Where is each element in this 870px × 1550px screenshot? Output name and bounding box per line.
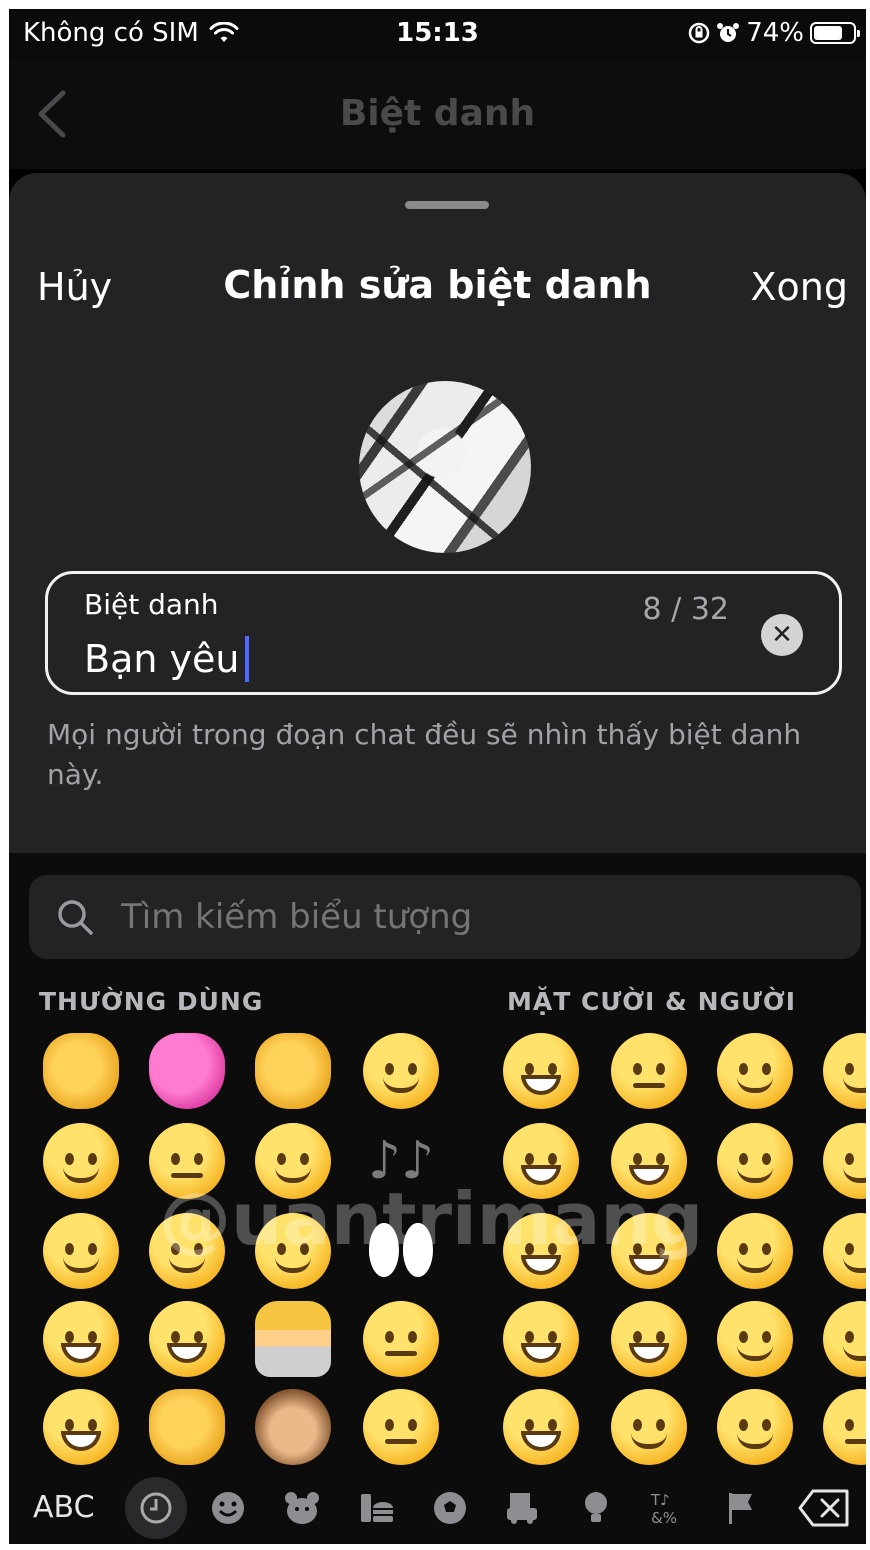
abc-key[interactable]: ABC: [33, 1471, 95, 1544]
activity-category-icon[interactable]: [427, 1471, 473, 1544]
battery-percent: 74%: [746, 18, 804, 48]
clear-icon[interactable]: ✕: [761, 614, 803, 656]
victory-hand-emoji[interactable]: [255, 1033, 331, 1109]
svg-text:&%: &%: [651, 1509, 677, 1527]
wink-emoji-partial[interactable]: [823, 1033, 866, 1109]
recent-category-icon[interactable]: [125, 1477, 187, 1539]
delete-key-icon[interactable]: [796, 1471, 852, 1544]
done-button[interactable]: Xong: [751, 265, 849, 309]
status-bar: Không có SIM 15:13 74%: [9, 9, 866, 61]
avatar: [359, 381, 531, 553]
section-frequent-label: THƯỜNG DÙNG: [39, 987, 264, 1016]
tear-smile-emoji[interactable]: [611, 1389, 687, 1465]
nickname-input[interactable]: Bạn yêu: [84, 636, 250, 682]
edit-nickname-sheet: Hủy Chỉnh sửa biệt danh Xong Biệt danh 8…: [9, 173, 866, 853]
character-counter: 8 / 32: [642, 592, 729, 627]
two-hearts-emoji[interactable]: [149, 1033, 225, 1109]
sheet-grabber[interactable]: [405, 201, 489, 209]
nickname-value: Bạn yêu: [84, 637, 240, 681]
grinning-emoji[interactable]: [503, 1033, 579, 1109]
alarm-icon: [717, 23, 740, 42]
smileys-category-icon[interactable]: [205, 1471, 251, 1544]
sleeping-face-emoji[interactable]: [363, 1389, 439, 1465]
phone-screen: Không có SIM 15:13 74% Biệt danh Hủy Chỉ…: [9, 9, 866, 1544]
flags-category-icon[interactable]: [717, 1471, 763, 1544]
travel-category-icon[interactable]: [499, 1471, 545, 1544]
smiling-face-emoji[interactable]: [43, 1213, 119, 1289]
nav-title: Biệt danh: [339, 93, 536, 134]
upside-down-emoji[interactable]: [717, 1389, 793, 1465]
rotation-lock-icon: [688, 22, 710, 44]
laughing-emoji[interactable]: [503, 1389, 579, 1465]
grinning-face-emoji[interactable]: [149, 1301, 225, 1377]
weary-face-emoji[interactable]: [43, 1389, 119, 1465]
sunglasses-emoji[interactable]: [363, 1033, 439, 1109]
text-caret: [245, 636, 250, 682]
nickname-field-label: Biệt danh: [84, 588, 219, 621]
watermark: @uantrimang: [159, 1177, 704, 1261]
svg-text:T♪: T♪: [650, 1491, 670, 1509]
emoji-category-bar: ABC T♪ &%: [9, 1471, 866, 1544]
battery-icon: [810, 22, 860, 44]
nickname-field[interactable]: Biệt danh 8 / 32 Bạn yêu ✕: [45, 571, 842, 695]
relieved-face-emoji[interactable]: [43, 1123, 119, 1199]
animals-category-icon[interactable]: [279, 1471, 325, 1544]
rofl-emoji[interactable]: [611, 1301, 687, 1377]
emoji-search-input[interactable]: [121, 875, 821, 959]
emoji-search-bar[interactable]: [29, 875, 861, 959]
halo-emoji[interactable]: [717, 1213, 793, 1289]
beaming-face-emoji[interactable]: [503, 1301, 579, 1377]
background-nav-bar: Biệt danh: [9, 61, 866, 169]
food-category-icon[interactable]: [353, 1471, 399, 1544]
objects-category-icon[interactable]: [573, 1471, 619, 1544]
smile-emoji[interactable]: [717, 1123, 793, 1199]
slight-smile-emoji[interactable]: [717, 1301, 793, 1377]
see-no-evil-monkey-emoji[interactable]: [255, 1389, 331, 1465]
pleading-face-emoji[interactable]: [611, 1033, 687, 1109]
crying-face-emoji[interactable]: [43, 1301, 119, 1377]
symbols-category-icon[interactable]: T♪ &%: [645, 1471, 691, 1544]
thumbs-up-emoji[interactable]: [149, 1389, 225, 1465]
heart-eyes-emoji-partial[interactable]: [823, 1213, 866, 1289]
blush-smile-emoji[interactable]: [717, 1033, 793, 1109]
nickname-hint: Mọi người trong đoạn chat đều sẽ nhìn th…: [47, 718, 802, 791]
kissing-emoji-partial[interactable]: [823, 1389, 866, 1465]
section-smileys-label: MẶT CƯỜI & NGƯỜI: [507, 987, 797, 1016]
expressionless-face-emoji[interactable]: [363, 1301, 439, 1377]
ok-hand-emoji[interactable]: [43, 1033, 119, 1109]
smiling-hearts-emoji-partial[interactable]: [823, 1301, 866, 1377]
person-tipping-hand-emoji[interactable]: [255, 1301, 331, 1377]
relieved-emoji-partial[interactable]: [823, 1123, 866, 1199]
search-icon: [58, 900, 93, 935]
sheet-title: Chỉnh sửa biệt danh: [223, 263, 652, 307]
